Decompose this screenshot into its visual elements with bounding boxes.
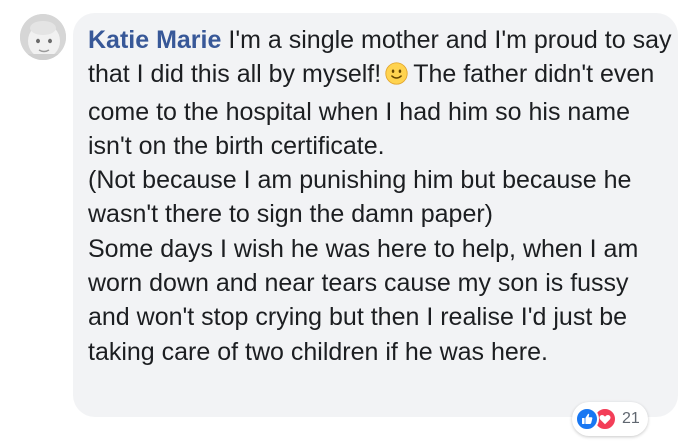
comment-text: Katie Marie I'm a single mother and I'm p… [88, 23, 673, 369]
baby-photo-avatar [20, 14, 66, 60]
reactions-summary[interactable]: 21 [572, 402, 648, 436]
comment-author-name[interactable]: Katie Marie [88, 26, 221, 54]
comment-text-part-4: Some days I wish he was here to help, wh… [88, 234, 639, 366]
like-icon [575, 407, 599, 431]
reaction-count: 21 [622, 410, 640, 427]
avatar[interactable] [20, 14, 66, 60]
comment-text-part-3: (Not because I am punishing him but beca… [88, 166, 632, 229]
slightly-smiling-face-emoji-icon [385, 60, 408, 94]
